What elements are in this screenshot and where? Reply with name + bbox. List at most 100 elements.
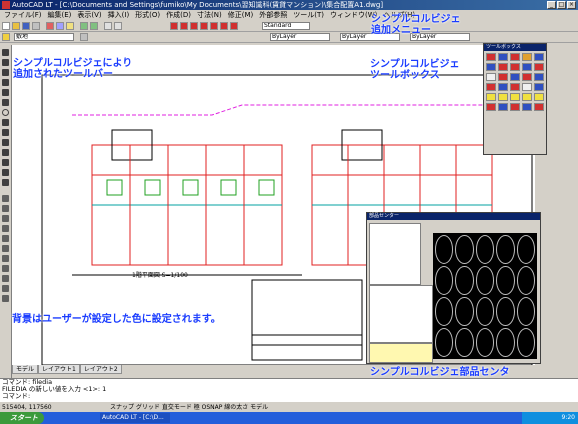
toolbox-tool-12-icon[interactable] [498, 73, 508, 81]
toolbox-tool-15-icon[interactable] [534, 73, 544, 81]
toolbox-tool-19-icon[interactable] [522, 83, 532, 91]
addon-tool-5-icon[interactable] [210, 22, 218, 30]
toolbox-tool-8-icon[interactable] [510, 63, 520, 71]
toolbox-tool-25-icon[interactable] [534, 93, 544, 101]
text-icon[interactable] [2, 179, 9, 186]
mirror-icon[interactable] [2, 215, 9, 222]
extend-icon[interactable] [2, 295, 9, 302]
part-symbol[interactable] [516, 266, 535, 295]
part-symbol[interactable] [435, 235, 454, 264]
part-symbol[interactable] [516, 235, 535, 264]
tab-layout-2[interactable]: レイアウト2 [79, 365, 122, 374]
maximize-button[interactable]: □ [557, 1, 566, 9]
menu-tools[interactable]: ツール(T) [293, 10, 324, 21]
start-button[interactable]: スタート [0, 412, 44, 424]
rotate-icon[interactable] [2, 255, 9, 262]
erase-icon[interactable] [2, 195, 9, 202]
minimize-button[interactable]: _ [547, 1, 556, 9]
layer-combo[interactable]: 敷地 [14, 33, 74, 41]
part-symbol[interactable] [475, 266, 495, 295]
menu-xref[interactable]: 外部参照 [259, 10, 287, 21]
command-window[interactable]: コマンド: filedia FILEDIA の新しい値を入力 <1>: 1 コマ… [0, 378, 578, 401]
addon-tool-6-icon[interactable] [220, 22, 228, 30]
part-symbol[interactable] [496, 328, 515, 357]
copy-object-icon[interactable] [2, 205, 9, 212]
part-symbol[interactable] [455, 328, 474, 357]
toolbox-tool-10-icon[interactable] [534, 63, 544, 71]
toolbox-tool-4-icon[interactable] [522, 53, 532, 61]
arc-icon[interactable] [2, 99, 9, 106]
toolbox-tool-21-icon[interactable] [486, 93, 496, 101]
circle-icon[interactable] [2, 109, 9, 116]
command-prompt[interactable]: コマンド: [2, 393, 578, 400]
toolbox-tool-16-icon[interactable] [486, 83, 496, 91]
undo-icon[interactable] [80, 22, 88, 30]
polyline-icon[interactable] [2, 69, 9, 76]
point-icon[interactable] [2, 149, 9, 156]
part-symbol[interactable] [435, 266, 454, 295]
tab-model[interactable]: モデル [12, 365, 39, 374]
toolbox-tool-22-icon[interactable] [498, 93, 508, 101]
toolbox-tool-14-icon[interactable] [522, 73, 532, 81]
part-symbol[interactable] [496, 297, 515, 326]
region-icon[interactable] [2, 169, 9, 176]
part-symbol[interactable] [475, 297, 495, 326]
menu-file[interactable]: ファイル(F) [4, 10, 42, 21]
toolbox-tool-6-icon[interactable] [486, 63, 496, 71]
paste-icon[interactable] [66, 22, 74, 30]
color-combo[interactable]: ByLayer [270, 33, 330, 41]
make-current-icon[interactable] [80, 33, 88, 41]
new-icon[interactable] [2, 22, 10, 30]
move-icon[interactable] [2, 245, 9, 252]
menu-format[interactable]: 形式(O) [135, 10, 160, 21]
toolbox-tool-5-icon[interactable] [534, 53, 544, 61]
ellipse-icon[interactable] [2, 129, 9, 136]
toolbox-tool-7-icon[interactable] [498, 63, 508, 71]
trim-icon[interactable] [2, 285, 9, 292]
save-icon[interactable] [22, 22, 30, 30]
addon-tool-1-icon[interactable] [170, 22, 178, 30]
stretch-icon[interactable] [2, 275, 9, 282]
taskbar-app-button[interactable]: AutoCAD LT - [C:\D... [100, 413, 170, 423]
toolbox-tool-1-icon[interactable] [486, 53, 496, 61]
part-symbol[interactable] [455, 266, 474, 295]
toolbox-tool-3-icon[interactable] [510, 53, 520, 61]
offset-icon[interactable] [2, 225, 9, 232]
open-icon[interactable] [12, 22, 20, 30]
part-symbol[interactable] [435, 297, 454, 326]
hatch-icon[interactable] [2, 159, 9, 166]
parts-list[interactable] [369, 285, 433, 343]
part-symbol[interactable] [455, 235, 474, 264]
part-symbol[interactable] [455, 297, 474, 326]
pan-icon[interactable] [104, 22, 112, 30]
xline-icon[interactable] [2, 59, 9, 66]
parts-tree[interactable] [369, 223, 421, 285]
part-symbol[interactable] [516, 297, 535, 326]
addon-tool-7-icon[interactable] [230, 22, 238, 30]
toolbox-tool-2-icon[interactable] [498, 53, 508, 61]
part-symbol[interactable] [496, 266, 515, 295]
layer-manager-icon[interactable] [2, 33, 10, 41]
scale-icon[interactable] [2, 265, 9, 272]
text-style-combo[interactable]: Standard [262, 22, 310, 30]
toolbox-tool-26-icon[interactable] [486, 103, 496, 111]
part-symbol[interactable] [475, 328, 495, 357]
polygon-icon[interactable] [2, 79, 9, 86]
menu-view[interactable]: 表示(V) [77, 10, 101, 21]
toolbox-tool-20-icon[interactable] [534, 83, 544, 91]
line-icon[interactable] [2, 49, 9, 56]
toolbox-tool-17-icon[interactable] [498, 83, 508, 91]
toolbox-tool-27-icon[interactable] [498, 103, 508, 111]
toolbox-tool-24-icon[interactable] [522, 93, 532, 101]
toolbox-tool-18-icon[interactable] [510, 83, 520, 91]
toolbox-tool-29-icon[interactable] [522, 103, 532, 111]
toolbox-tool-13-icon[interactable] [510, 73, 520, 81]
tab-layout-1[interactable]: レイアウト1 [38, 365, 80, 374]
part-symbol[interactable] [496, 235, 515, 264]
close-button[interactable]: × [567, 1, 576, 9]
toolbox-tool-30-icon[interactable] [534, 103, 544, 111]
part-symbol[interactable] [435, 328, 454, 357]
toolbox-tool-28-icon[interactable] [510, 103, 520, 111]
copy-icon[interactable] [56, 22, 64, 30]
menu-modify[interactable]: 修正(M) [228, 10, 254, 21]
